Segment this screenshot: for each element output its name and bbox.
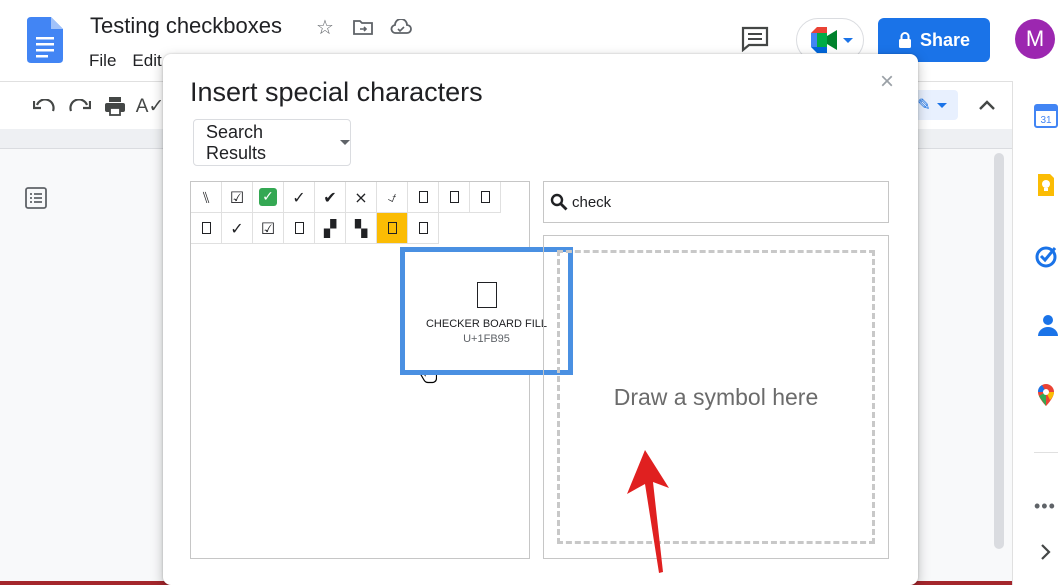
- character-cell[interactable]: ✓: [222, 213, 253, 244]
- svg-text:31: 31: [1040, 115, 1052, 126]
- page-scrollbar[interactable]: [994, 153, 1004, 549]
- menu-file[interactable]: File: [89, 51, 116, 71]
- character-cell[interactable]: [439, 182, 470, 213]
- missing-glyph-box: [480, 191, 490, 203]
- title-actions: ☆: [314, 16, 412, 39]
- menu-edit[interactable]: Edit: [132, 51, 161, 71]
- search-input-value: check: [572, 193, 612, 211]
- character-glyph: ☑: [260, 218, 276, 238]
- more-icon[interactable]: •••: [1034, 496, 1058, 520]
- character-cell[interactable]: ▚: [346, 213, 377, 244]
- special-characters-dialog: Insert special characters × Search Resul…: [163, 54, 918, 585]
- draw-symbol-area[interactable]: Draw a symbol here: [543, 235, 889, 559]
- category-value: Search Results: [206, 121, 267, 163]
- character-cell[interactable]: [284, 213, 315, 244]
- character-glyph: ✓: [230, 218, 244, 238]
- maps-icon[interactable]: [1034, 383, 1058, 407]
- avatar[interactable]: M: [1015, 19, 1055, 59]
- missing-glyph-box: [418, 191, 428, 203]
- menu-bar: File Edit: [89, 51, 162, 71]
- move-folder-icon[interactable]: [352, 16, 374, 38]
- red-arrow-annotation: [627, 450, 669, 573]
- comment-history-icon[interactable]: [740, 26, 770, 52]
- missing-glyph-box: [449, 191, 459, 203]
- green-check-icon: ✓: [259, 188, 277, 206]
- print-icon[interactable]: [103, 94, 127, 118]
- chevron-right-icon[interactable]: [1034, 540, 1058, 564]
- character-cell[interactable]: ☑: [253, 213, 284, 244]
- character-glyph: ×: [354, 187, 368, 207]
- search-icon: [550, 193, 568, 211]
- category-dropdown[interactable]: Search Results: [193, 119, 351, 166]
- redo-icon[interactable]: [68, 94, 92, 118]
- missing-glyph-box: [418, 222, 428, 234]
- undo-icon[interactable]: [32, 94, 56, 118]
- meet-icon: [811, 27, 837, 53]
- close-icon[interactable]: ×: [877, 70, 897, 94]
- search-input[interactable]: check: [543, 181, 889, 223]
- character-glyph: ✓: [292, 187, 306, 207]
- lock-icon: [898, 32, 911, 48]
- pencil-icon: ✎: [917, 97, 931, 114]
- character-cell[interactable]: [408, 182, 439, 213]
- document-outline-icon[interactable]: [24, 186, 48, 210]
- character-glyph: ✔: [323, 187, 337, 207]
- missing-glyph-box: [294, 222, 304, 234]
- preview-glyph: [476, 282, 497, 308]
- calendar-icon[interactable]: 31: [1034, 104, 1058, 128]
- share-label: Share: [919, 29, 971, 50]
- preview-character-code: U+1FB95: [463, 333, 510, 345]
- side-divider: [1034, 452, 1058, 453]
- character-cell[interactable]: ⑊: [191, 182, 222, 213]
- character-cell-selected[interactable]: [377, 213, 408, 244]
- keep-icon[interactable]: [1034, 173, 1058, 197]
- character-cell[interactable]: ▞: [315, 213, 346, 244]
- character-glyph: ⑊: [201, 187, 211, 207]
- chevron-down-icon: [936, 102, 947, 108]
- character-cell[interactable]: ✓: [253, 182, 284, 213]
- preview-character-name: CHECKER BOARD FILL: [425, 318, 548, 330]
- dialog-title: Insert special characters: [190, 77, 483, 107]
- character-cell[interactable]: [408, 213, 439, 244]
- character-cell[interactable]: ×: [346, 182, 377, 213]
- star-icon[interactable]: ☆: [314, 16, 336, 39]
- chevron-up-icon[interactable]: [976, 94, 998, 116]
- character-glyph: ⍻: [387, 187, 397, 206]
- chevron-down-icon: [340, 140, 350, 145]
- character-cell[interactable]: [191, 213, 222, 244]
- document-title[interactable]: Testing checkboxes: [90, 13, 282, 39]
- chevron-down-icon: [843, 37, 853, 43]
- missing-glyph-box: [387, 222, 397, 234]
- spellcheck-icon[interactable]: A✓: [136, 94, 165, 118]
- character-glyph: ▚: [354, 218, 368, 238]
- cloud-saved-icon[interactable]: [390, 16, 412, 38]
- tasks-icon[interactable]: [1034, 244, 1058, 268]
- missing-glyph-box: [201, 222, 211, 234]
- character-cell[interactable]: [470, 182, 501, 213]
- character-cell[interactable]: ☑: [222, 182, 253, 213]
- docs-logo-icon[interactable]: [27, 17, 63, 63]
- character-cell[interactable]: ✓: [284, 182, 315, 213]
- draw-symbol-placeholder: Draw a symbol here: [557, 250, 875, 544]
- character-glyph: ☑: [229, 187, 245, 207]
- character-grid: ⑊ ☑ ✓ ✓ ✔ × ⍻ ✓ ☑ ▞ ▚: [191, 182, 501, 244]
- character-cell[interactable]: ✔: [315, 182, 346, 213]
- character-glyph: ▞: [323, 218, 337, 238]
- character-cell[interactable]: ⍻: [377, 182, 408, 213]
- contacts-icon[interactable]: [1034, 313, 1058, 337]
